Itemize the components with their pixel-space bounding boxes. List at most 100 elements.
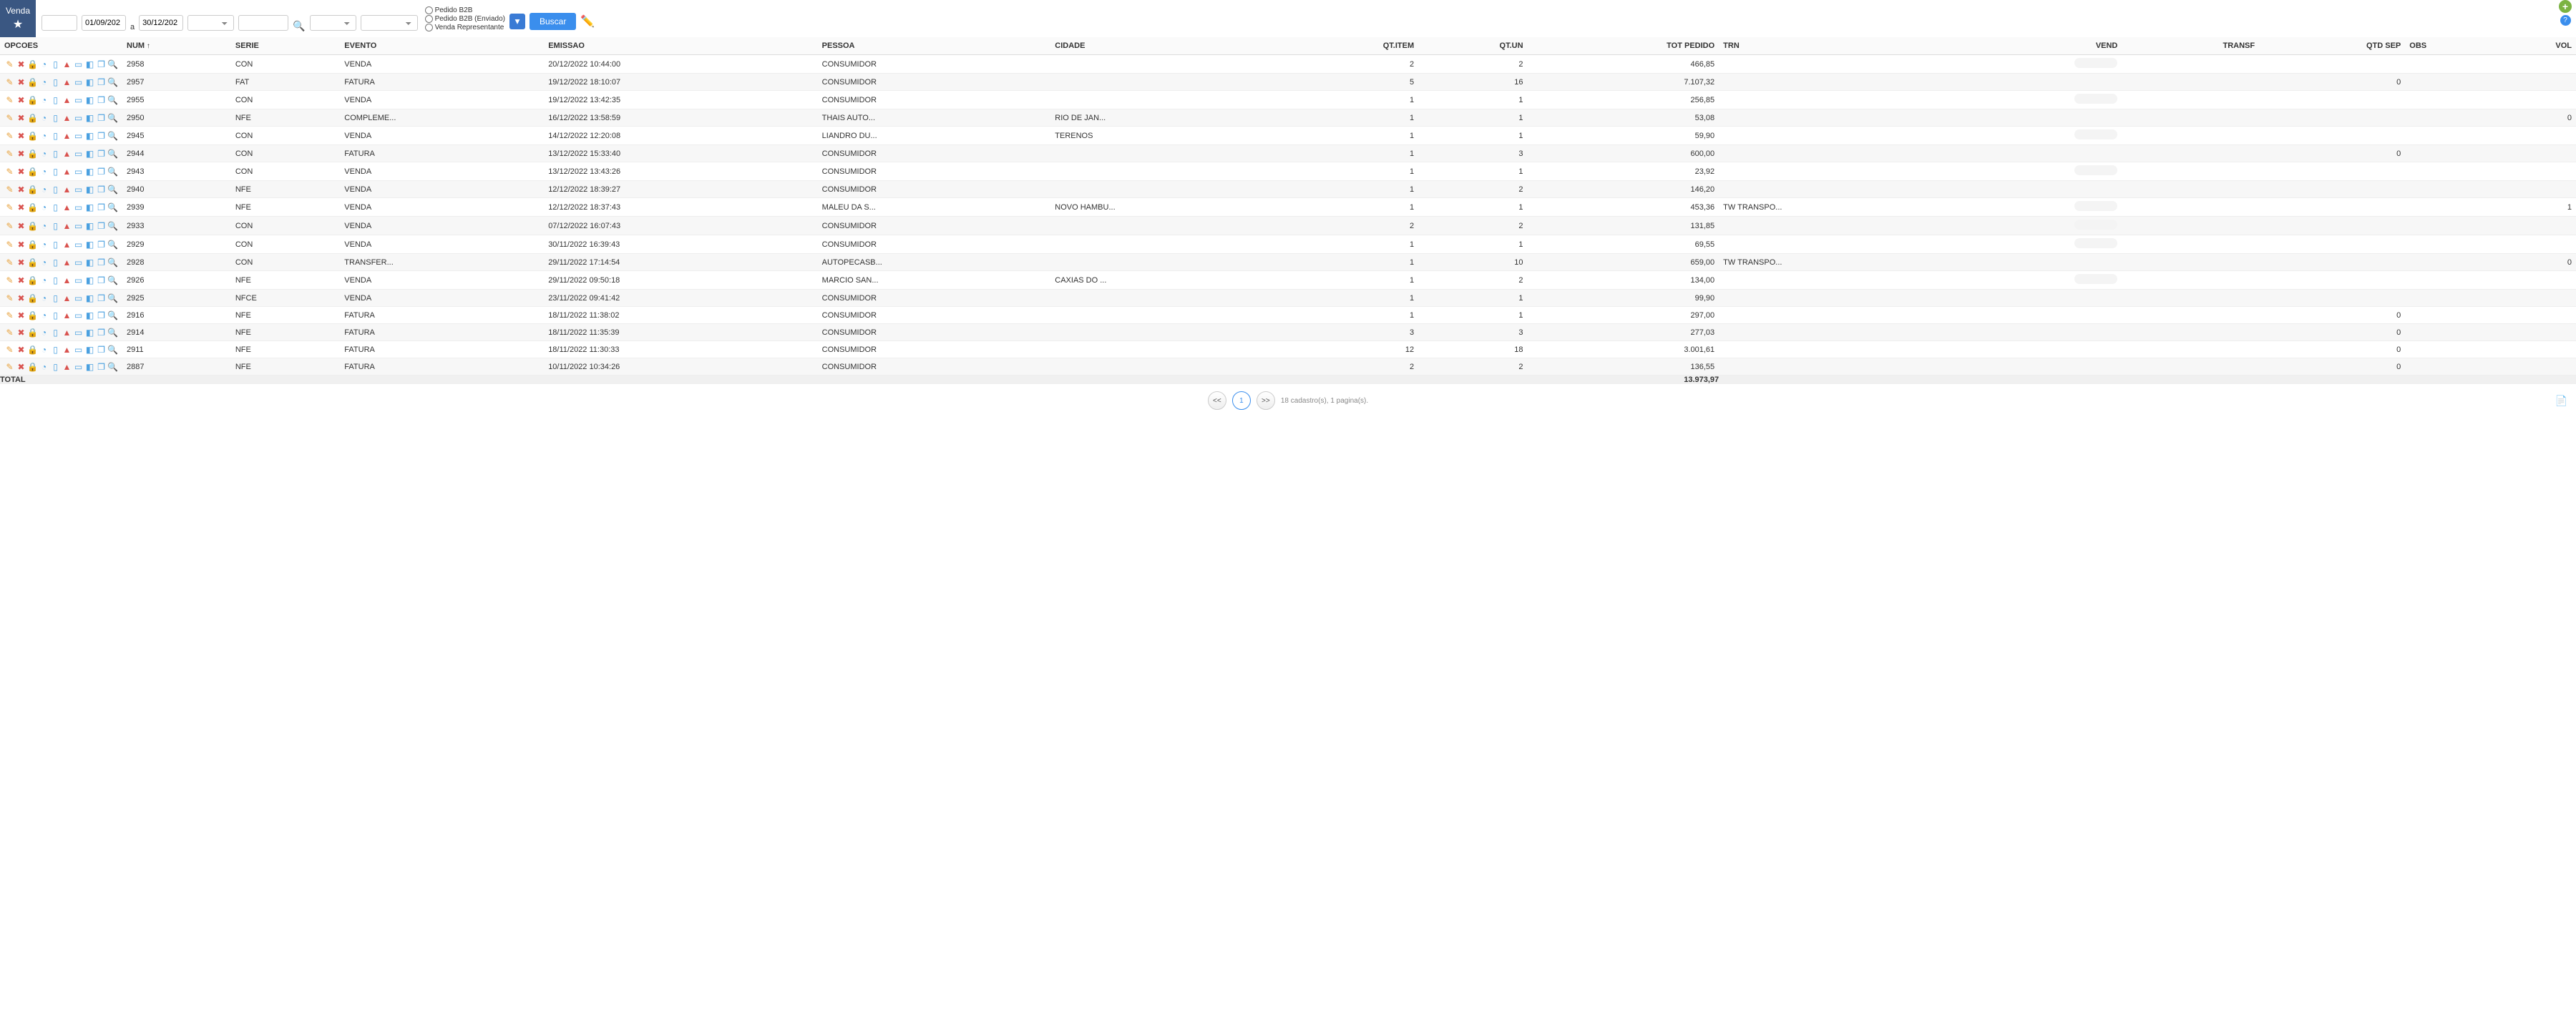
delete-icon[interactable]: ✖ (16, 293, 26, 303)
lock-icon[interactable]: 🔒 (27, 77, 38, 87)
tag-icon[interactable]: ◧ (84, 293, 95, 303)
doc-icon[interactable]: ▯ (50, 327, 61, 338)
copy-icon[interactable]: ❐ (96, 166, 107, 177)
zoom-icon[interactable]: 🔍 (107, 361, 118, 372)
brand-tab[interactable]: Venda ★ (0, 0, 36, 37)
col-cidade[interactable]: CIDADE (1050, 37, 1284, 55)
zoom-icon[interactable]: 🔍 (107, 293, 118, 303)
pdf-icon[interactable]: ▲ (62, 112, 72, 123)
delete-icon[interactable]: ✖ (16, 148, 26, 159)
radio-pedido-b2b-enviado[interactable]: Pedido B2B (Enviado) (425, 15, 505, 23)
lock-icon[interactable]: 🔒 (27, 166, 38, 177)
edit-icon[interactable]: ✎ (4, 257, 15, 268)
radio-pedido-b2b[interactable]: Pedido B2B (425, 6, 505, 14)
zoom-icon[interactable]: 🔍 (107, 344, 118, 355)
clock-icon[interactable]: ◔ (39, 130, 49, 141)
edit-icon[interactable]: ✎ (4, 184, 15, 195)
copy-icon[interactable]: ❐ (96, 344, 107, 355)
doc-icon[interactable]: ▯ (50, 112, 61, 123)
doc-icon[interactable]: ▯ (50, 184, 61, 195)
lock-icon[interactable]: 🔒 (27, 327, 38, 338)
edit-icon[interactable]: ✎ (4, 77, 15, 87)
doc-icon[interactable]: ▯ (50, 257, 61, 268)
delete-icon[interactable]: ✖ (16, 166, 26, 177)
lock-icon[interactable]: 🔒 (27, 293, 38, 303)
edit-icon[interactable]: ✎ (4, 275, 15, 285)
lock-icon[interactable]: 🔒 (27, 184, 38, 195)
screen-icon[interactable]: ▭ (73, 327, 84, 338)
zoom-icon[interactable]: 🔍 (107, 220, 118, 231)
screen-icon[interactable]: ▭ (73, 202, 84, 212)
col-emissao[interactable]: EMISSAO (544, 37, 817, 55)
zoom-icon[interactable]: 🔍 (107, 202, 118, 212)
edit-icon[interactable]: ✎ (4, 361, 15, 372)
tag-icon[interactable]: ◧ (84, 94, 95, 105)
clock-icon[interactable]: ◔ (39, 257, 49, 268)
edit-icon[interactable]: ✎ (4, 112, 15, 123)
delete-icon[interactable]: ✖ (16, 59, 26, 69)
zoom-icon[interactable]: 🔍 (107, 59, 118, 69)
screen-icon[interactable]: ▭ (73, 275, 84, 285)
lock-icon[interactable]: 🔒 (27, 239, 38, 250)
col-qtitem[interactable]: QT.ITEM (1284, 37, 1419, 55)
search-icon[interactable]: 🔍 (293, 20, 305, 32)
edit-icon[interactable]: ✎ (4, 166, 15, 177)
date-to-input[interactable] (139, 15, 183, 31)
copy-icon[interactable]: ❐ (96, 184, 107, 195)
serie-dropdown[interactable] (361, 15, 418, 31)
pdf-icon[interactable]: ▲ (62, 130, 72, 141)
tag-icon[interactable]: ◧ (84, 59, 95, 69)
copy-icon[interactable]: ❐ (96, 220, 107, 231)
edit-icon[interactable]: ✎ (4, 59, 15, 69)
doc-icon[interactable]: ▯ (50, 148, 61, 159)
edit-icon[interactable]: ✎ (4, 310, 15, 320)
zoom-icon[interactable]: 🔍 (107, 184, 118, 195)
add-button[interactable]: + (2559, 0, 2572, 13)
edit-icon[interactable]: ✎ (4, 202, 15, 212)
pager-next[interactable]: >> (1257, 391, 1275, 410)
tag-icon[interactable]: ◧ (84, 166, 95, 177)
tag-icon[interactable]: ◧ (84, 344, 95, 355)
screen-icon[interactable]: ▭ (73, 344, 84, 355)
col-trn[interactable]: TRN (1719, 37, 1947, 55)
lock-icon[interactable]: 🔒 (27, 275, 38, 285)
pdf-icon[interactable]: ▲ (62, 94, 72, 105)
copy-icon[interactable]: ❐ (96, 257, 107, 268)
delete-icon[interactable]: ✖ (16, 184, 26, 195)
delete-icon[interactable]: ✖ (16, 361, 26, 372)
lock-icon[interactable]: 🔒 (27, 220, 38, 231)
col-transf[interactable]: TRANSF (2122, 37, 2259, 55)
export-pdf-icon[interactable]: 📄 (2555, 395, 2567, 407)
clock-icon[interactable]: ◔ (39, 59, 49, 69)
edit-icon[interactable]: ✎ (4, 148, 15, 159)
edit-icon[interactable]: ✎ (4, 94, 15, 105)
clock-icon[interactable]: ◔ (39, 166, 49, 177)
tag-icon[interactable]: ◧ (84, 112, 95, 123)
zoom-icon[interactable]: 🔍 (107, 327, 118, 338)
col-vol[interactable]: VOL (2492, 37, 2576, 55)
pdf-icon[interactable]: ▲ (62, 310, 72, 320)
clock-icon[interactable]: ◔ (39, 327, 49, 338)
copy-icon[interactable]: ❐ (96, 327, 107, 338)
pdf-icon[interactable]: ▲ (62, 361, 72, 372)
lock-icon[interactable]: 🔒 (27, 202, 38, 212)
delete-icon[interactable]: ✖ (16, 310, 26, 320)
screen-icon[interactable]: ▭ (73, 184, 84, 195)
lock-icon[interactable]: 🔒 (27, 59, 38, 69)
pdf-icon[interactable]: ▲ (62, 202, 72, 212)
delete-icon[interactable]: ✖ (16, 220, 26, 231)
clock-icon[interactable]: ◔ (39, 112, 49, 123)
screen-icon[interactable]: ▭ (73, 310, 84, 320)
screen-icon[interactable]: ▭ (73, 166, 84, 177)
radio-venda-rep[interactable]: Venda Representante (425, 24, 505, 31)
zoom-icon[interactable]: 🔍 (107, 166, 118, 177)
col-qtdsep[interactable]: QTD SEP (2259, 37, 2405, 55)
copy-icon[interactable]: ❐ (96, 239, 107, 250)
doc-icon[interactable]: ▯ (50, 220, 61, 231)
copy-icon[interactable]: ❐ (96, 130, 107, 141)
doc-icon[interactable]: ▯ (50, 202, 61, 212)
delete-icon[interactable]: ✖ (16, 94, 26, 105)
doc-icon[interactable]: ▯ (50, 361, 61, 372)
doc-icon[interactable]: ▯ (50, 310, 61, 320)
copy-icon[interactable]: ❐ (96, 59, 107, 69)
